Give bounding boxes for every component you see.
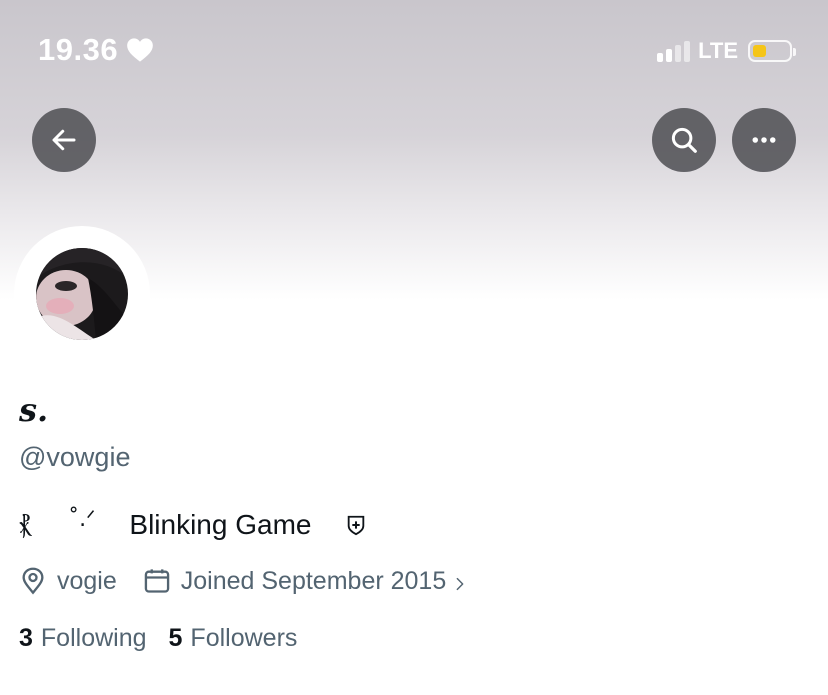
- more-horizontal-icon: [752, 137, 776, 143]
- avatar[interactable]: [14, 226, 150, 362]
- bio: ⳩ ˚.ᐟ Blinking Game: [19, 506, 367, 542]
- bio-text: Blinking Game: [129, 509, 312, 540]
- location-pin-icon: [22, 567, 44, 595]
- location-text: vogie: [57, 566, 117, 595]
- bio-decoration-left: ⳩: [19, 511, 31, 539]
- avatar-image: [36, 248, 128, 340]
- following-link[interactable]: 3 Following: [19, 624, 147, 653]
- follow-counts: 3 Following 5 Followers: [19, 622, 297, 654]
- joined-text: Joined September 2015: [180, 566, 447, 595]
- search-button[interactable]: [652, 108, 716, 172]
- heart-icon: [127, 38, 153, 62]
- status-bar: 19.36 LTE: [0, 0, 828, 100]
- network-type: LTE: [698, 38, 738, 63]
- location: vogie: [19, 567, 117, 596]
- username-handle: @vowgie: [19, 442, 131, 472]
- display-name: s.: [19, 391, 49, 429]
- followers-count: 5: [168, 623, 183, 652]
- time-text: 19.36: [38, 32, 119, 67]
- joined-date[interactable]: Joined September 2015: [143, 567, 474, 596]
- back-button[interactable]: [32, 108, 96, 172]
- calendar-icon: [144, 569, 170, 593]
- chevron-right-icon: [456, 570, 474, 592]
- following-label: Following: [40, 623, 147, 652]
- shield-plus-icon: [345, 514, 367, 536]
- following-count: 3: [19, 623, 33, 652]
- status-indicators: LTE: [657, 38, 796, 64]
- status-time: 19.36: [38, 32, 154, 68]
- more-options-button[interactable]: [732, 108, 796, 172]
- followers-label: Followers: [190, 623, 298, 652]
- bio-decoration-mid: ˚.ᐟ: [68, 506, 96, 532]
- profile-meta: vogie Joined September 2015: [19, 564, 474, 598]
- followers-link[interactable]: 5 Followers: [169, 624, 298, 653]
- cellular-signal-icon: [657, 40, 691, 62]
- battery-level: [753, 45, 766, 57]
- battery-icon: [748, 40, 796, 62]
- arrow-left-icon: [52, 129, 76, 151]
- search-icon: [671, 127, 697, 153]
